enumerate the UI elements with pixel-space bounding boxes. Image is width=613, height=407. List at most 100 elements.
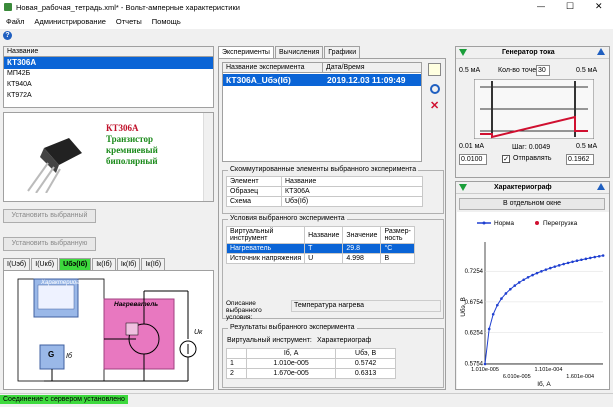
generator-title: Генератор тока [502, 49, 555, 56]
data-point [531, 273, 534, 277]
tab-graphs[interactable]: Графики [324, 46, 361, 58]
data-point [487, 327, 491, 331]
data-point [513, 284, 517, 287]
status-bar: Соединение с сервером установлено [0, 393, 613, 407]
conn-col-element: Элемент [226, 176, 282, 187]
results-group: Результаты выбранного эксперимента Вирту… [222, 324, 444, 388]
tab-experiments[interactable]: Эксперименты [218, 46, 274, 58]
data-point [540, 269, 543, 273]
tab-scheme-2[interactable]: I(Uкб) [31, 258, 59, 270]
table-row[interactable]: КТ306А_Uбэ(Iб) 2019.12.03 11:09:49 [223, 74, 421, 86]
cond-cell: 29.8 [342, 243, 382, 254]
experiments-table: Название эксперимента Дата/Время КТ306А_… [222, 62, 422, 162]
gen-left-input[interactable]: 0.0100 [459, 154, 487, 165]
circuit-diagram [17, 278, 197, 382]
data-point [526, 276, 530, 279]
tab-calculations[interactable]: Вычисления [274, 46, 324, 58]
list-item[interactable]: КТ306А [4, 57, 213, 69]
maximize-button[interactable]: ☐ [566, 1, 574, 12]
tab-scheme-3[interactable]: Uбэ(Iб) [59, 258, 92, 270]
uk-label: Uк [194, 329, 203, 336]
info-scrollbar[interactable] [203, 113, 213, 201]
menu-help[interactable]: Помощь [148, 14, 185, 29]
tab-scheme-5[interactable]: Iк(Iб) [116, 258, 141, 270]
connected-title: Скоммутированные элементы выбранного экс… [228, 166, 419, 173]
data-point [575, 259, 579, 263]
menu-admin[interactable]: Администрирование [30, 14, 110, 29]
gen-points-input[interactable]: 30 [536, 65, 550, 76]
component-name: КТ306А [106, 123, 139, 133]
exp-col-name: Название эксперимента [223, 63, 323, 73]
data-point [500, 297, 503, 300]
gen-left-bottom: 0.01 мА [459, 143, 485, 150]
collapse-icon[interactable] [459, 49, 467, 56]
table-row[interactable]: Схема Uбэ(Iб) [226, 196, 423, 207]
send-checkbox[interactable]: ✓ [502, 155, 510, 163]
table-row[interactable]: Нагреватель T 29.8 °C [225, 243, 415, 254]
char-header: Характериограф [456, 182, 609, 194]
table-row[interactable]: Источник напряжения U 4.998 В [225, 253, 415, 264]
conditions-title: Условия выбранного эксперимента [228, 215, 347, 222]
generator-plot [474, 79, 594, 139]
data-point [601, 254, 605, 257]
conn-col-name: Название [281, 176, 423, 187]
results-instr-label: Виртуальный инструмент: [227, 337, 312, 344]
cond-cell: Источник напряжения [225, 253, 306, 264]
menu-file[interactable]: Файл [2, 14, 28, 29]
characteriograph-label: Характериограф [41, 280, 91, 286]
table-row[interactable]: Образец КТ306А [226, 186, 423, 197]
gen-points-label: Кол-во точек: [498, 67, 542, 74]
pin-icon[interactable] [597, 183, 605, 190]
gen-right-input[interactable]: 0.1962 [566, 154, 594, 165]
list-item[interactable]: КТ940А [4, 80, 213, 91]
help-icon[interactable]: ? [3, 31, 12, 40]
tab-scheme-1[interactable]: I(Uэб) [3, 258, 31, 270]
data-point [504, 292, 508, 295]
new-experiment-icon[interactable] [428, 63, 441, 76]
results-instr-value: Характериограф [317, 337, 372, 344]
conn-cell: Uбэ(Iб) [281, 196, 423, 207]
data-point [589, 256, 592, 260]
res-col-idx [226, 348, 247, 359]
menu-reports[interactable]: Отчеты [112, 14, 146, 29]
table-row[interactable]: 1 1.010e-005 0.5742 [226, 358, 396, 369]
gen-right-top: 0.5 мА [576, 67, 598, 74]
delete-icon[interactable]: ✕ [430, 101, 441, 112]
tab-scheme-4[interactable]: Iк(Iб) [92, 258, 116, 270]
close-button[interactable]: ✕ [595, 1, 603, 12]
data-point [562, 262, 565, 266]
cond-cell: °C [380, 243, 415, 254]
table-row[interactable]: 2 1.670e-005 0.6313 [226, 368, 396, 379]
data-point [517, 281, 521, 284]
list-item[interactable]: МП42Б [4, 69, 213, 80]
data-point [496, 303, 499, 307]
component-list: Название КТ306А МП42Б КТ940А КТ972А [3, 46, 214, 108]
open-window-button[interactable]: В отдельном окне [459, 198, 605, 210]
install-selected-scheme-button[interactable]: Установить выбранную [3, 237, 96, 251]
install-selected-button[interactable]: Установить выбранный [3, 209, 96, 223]
toolbar: ? [0, 29, 613, 43]
conn-cell: КТ306А [281, 186, 423, 197]
x-axis-label: Iб, А [537, 380, 551, 388]
data-point [571, 260, 574, 264]
collapse-icon[interactable] [459, 184, 467, 191]
generator-label: G [48, 350, 55, 359]
data-point [535, 271, 539, 275]
send-label: Отправлять [513, 155, 552, 162]
res-col: Iб, А [245, 348, 337, 359]
res-cell: 1.010e-005 [245, 358, 337, 369]
res-col: Uбэ, В [335, 348, 396, 359]
gen-left-top: 0.5 мА [459, 67, 481, 74]
component-kind: биполярный [106, 156, 158, 166]
refresh-icon[interactable] [430, 84, 440, 94]
exp-col-date: Дата/Время [323, 63, 421, 73]
tab-scheme-6[interactable]: Iк(Iб) [141, 258, 166, 270]
list-item[interactable]: КТ972А [4, 91, 213, 102]
minimize-button[interactable]: — [537, 2, 545, 11]
menu-bar: Файл Администрирование Отчеты Помощь [0, 14, 613, 29]
y-tick-label: 0.7254 [465, 269, 484, 275]
ib-label: Iб [66, 353, 72, 360]
legend-label-overload: Перегрузка [543, 220, 578, 227]
pin-icon[interactable] [597, 48, 605, 55]
generator-header: Генератор тока [456, 47, 609, 59]
